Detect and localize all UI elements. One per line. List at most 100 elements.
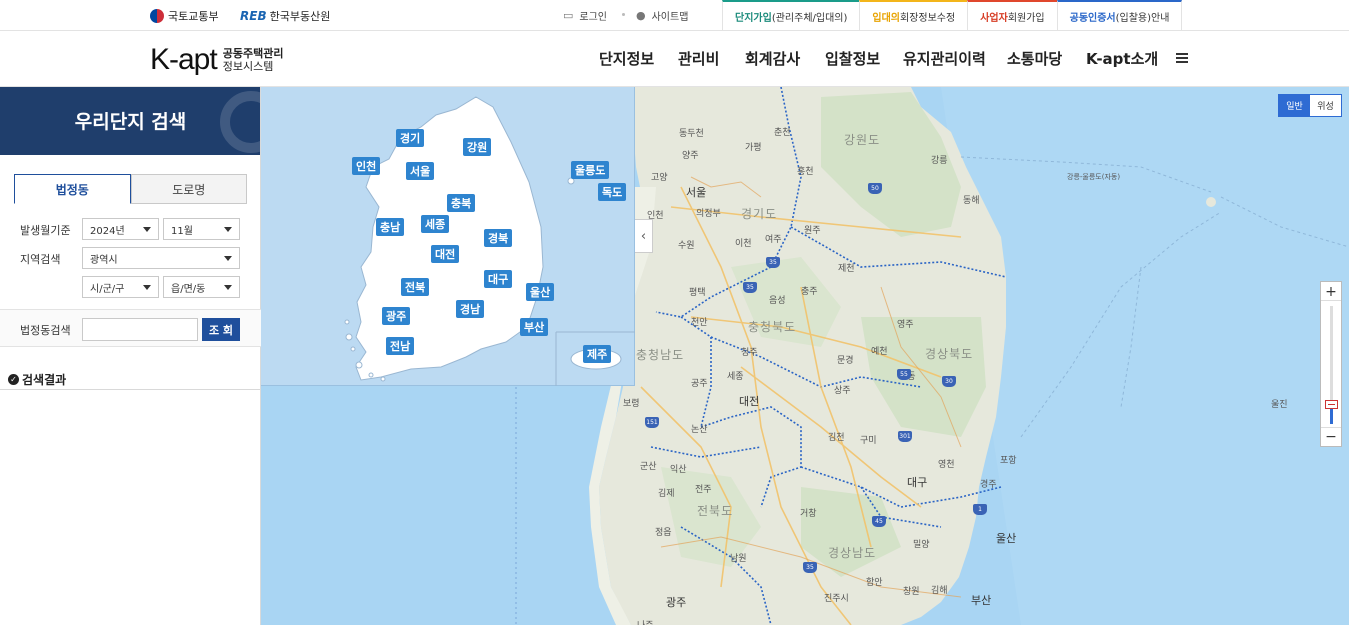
sido-select[interactable]: 광역시 bbox=[82, 247, 240, 269]
place-naju: 나주 bbox=[637, 618, 654, 625]
tab-complex-join-highlight: 단지가입 bbox=[735, 13, 772, 24]
region-gangwon[interactable]: 강원 bbox=[463, 138, 492, 156]
place-ulsan: 울산 bbox=[996, 532, 1017, 545]
menu-icon[interactable] bbox=[1176, 53, 1188, 63]
kapt-logo-sub1: 공동주택관리 bbox=[222, 47, 284, 60]
region-gyeongnam[interactable]: 경남 bbox=[456, 300, 485, 318]
nav-complex-info[interactable]: 단지정보 bbox=[599, 48, 654, 69]
tab-complex-join[interactable]: 단지가입 (관리주체/입대의) bbox=[722, 0, 860, 31]
region-selector-inset: 경기 강원 인천 서울 울릉도 독도 충북 충남 세종 경북 대전 대구 전북 … bbox=[261, 87, 635, 386]
region-busan[interactable]: 부산 bbox=[520, 318, 549, 336]
route-30: 30 bbox=[942, 376, 956, 387]
sidebar-header: 우리단지 검색 bbox=[0, 87, 260, 155]
region-jeonnam[interactable]: 전남 bbox=[386, 337, 415, 355]
place-pyeongtaek: 평택 bbox=[689, 288, 706, 298]
nav-management-fee[interactable]: 관리비 bbox=[678, 48, 719, 69]
member-tabs: 단지가입 (관리주체/입대의) 입대의 회장정보수정 사업자 회원가입 공동인증서(… bbox=[722, 0, 1183, 31]
region-seoul[interactable]: 서울 bbox=[406, 162, 435, 180]
kapt-logo[interactable]: K-apt 공동주택관리 정보시스템 bbox=[150, 43, 283, 77]
result-divider bbox=[0, 389, 261, 390]
tab-business-join[interactable]: 사업자 회원가입 bbox=[967, 0, 1057, 31]
dong-search-input[interactable] bbox=[82, 318, 198, 341]
place-yecheon: 예천 bbox=[871, 347, 888, 357]
region-incheon[interactable]: 인천 bbox=[352, 157, 381, 175]
place-iksan: 익산 bbox=[670, 465, 687, 475]
region-daegu[interactable]: 대구 bbox=[484, 270, 513, 288]
emd-value: 읍/면/동 bbox=[171, 283, 206, 295]
year-select[interactable]: 2024년 bbox=[82, 218, 159, 240]
nav-maintenance[interactable]: 유지관리이력 bbox=[903, 48, 986, 69]
month-select[interactable]: 11월 bbox=[163, 218, 240, 240]
taeguk-emblem-icon bbox=[150, 9, 164, 23]
route-50: 50 bbox=[868, 183, 882, 194]
monitor-icon: ▭ bbox=[563, 9, 574, 22]
tab-business-join-label: 회원가입 bbox=[1007, 13, 1045, 24]
tab-complex-join-label: (관리주체/입대의) bbox=[771, 13, 848, 24]
province-jeonbuk: 전북도 bbox=[697, 504, 734, 518]
dong-search-label: 법정동검색 bbox=[20, 324, 71, 337]
route-45: 45 bbox=[872, 516, 886, 527]
province-gyeongnam: 경상남도 bbox=[828, 546, 877, 560]
place-jecheon: 제천 bbox=[838, 264, 855, 274]
region-gwangju[interactable]: 광주 bbox=[382, 307, 411, 325]
main-header: K-apt 공동주택관리 정보시스템 단지정보 관리비 회계감사 입찰정보 유지… bbox=[0, 31, 1349, 87]
region-jeju[interactable]: 제주 bbox=[583, 345, 612, 363]
place-sangju: 상주 bbox=[834, 386, 851, 396]
sitemap-link[interactable]: ● 사이트맵 bbox=[636, 8, 688, 23]
place-dongducheon: 동두천 bbox=[679, 129, 704, 139]
place-nonsan: 논산 bbox=[691, 425, 708, 435]
place-hongcheon: 홍천 bbox=[797, 167, 814, 177]
place-cheonan: 천안 bbox=[691, 318, 708, 328]
region-chungnam[interactable]: 충남 bbox=[376, 218, 405, 236]
sitemap-label: 사이트맵 bbox=[651, 12, 689, 23]
region-ulleungdo[interactable]: 울릉도 bbox=[571, 161, 610, 179]
molit-logo[interactable]: 국토교통부 bbox=[150, 8, 219, 24]
nav-audit[interactable]: 회계감사 bbox=[745, 48, 800, 69]
emd-select[interactable]: 읍/면/동 bbox=[163, 276, 240, 298]
place-goyang: 고양 bbox=[651, 173, 668, 183]
tab-legal-dong[interactable]: 법정동 bbox=[14, 174, 131, 204]
map-view[interactable]: 강원도 경기도 충청북도 충청남도 경상북도 전북도 경상남도 동두천 춘천 양… bbox=[261, 87, 1349, 625]
search-button[interactable]: 조 회 bbox=[202, 318, 240, 341]
place-eumseong: 음성 bbox=[769, 296, 786, 306]
region-sejong[interactable]: 세종 bbox=[421, 215, 450, 233]
nav-about[interactable]: K-apt소개 bbox=[1086, 48, 1158, 69]
sido-value: 광역시 bbox=[90, 254, 118, 266]
login-link[interactable]: ▭ 로그인 bbox=[563, 8, 607, 23]
place-chuncheon: 춘천 bbox=[774, 128, 791, 138]
route-301: 301 bbox=[898, 431, 912, 442]
zoom-in-button[interactable]: + bbox=[1321, 283, 1341, 301]
nav-bidding[interactable]: 입찰정보 bbox=[825, 48, 880, 69]
route-1: 1 bbox=[973, 504, 987, 515]
reb-logo[interactable]: REB 한국부동산원 bbox=[240, 8, 330, 24]
place-boryeong: 보령 bbox=[623, 399, 640, 409]
tab-certificate-guide[interactable]: 공동인증서 (입찰용)안내 bbox=[1056, 0, 1183, 31]
search-sidebar: 우리단지 검색 법정동 도로명 발생월기준 2024년 11월 지역검색 광역시… bbox=[0, 87, 261, 625]
utility-bar: 국토교통부 REB 한국부동산원 ▭ 로그인 ● 사이트맵 단지가입 (관리주체/… bbox=[0, 0, 1349, 31]
region-daejeon[interactable]: 대전 bbox=[431, 245, 460, 263]
region-jeonbuk[interactable]: 전북 bbox=[401, 278, 430, 296]
zoom-handle[interactable] bbox=[1325, 400, 1338, 409]
place-cheongju: 청주 bbox=[741, 348, 758, 358]
region-ulsan[interactable]: 울산 bbox=[526, 283, 555, 301]
molit-name: 국토교통부 bbox=[168, 10, 219, 23]
place-geochang: 거창 bbox=[800, 509, 817, 519]
zoom-out-button[interactable]: − bbox=[1321, 427, 1341, 445]
place-miryang: 밀양 bbox=[913, 540, 930, 550]
place-gapyeong: 가평 bbox=[745, 143, 762, 153]
maptype-satellite-button[interactable]: 위성 bbox=[1310, 95, 1341, 116]
province-chungnam: 충청남도 bbox=[636, 348, 685, 362]
nav-community[interactable]: 소통마당 bbox=[1007, 48, 1062, 69]
tab-council-update[interactable]: 입대의 회장정보수정 bbox=[859, 0, 968, 31]
region-dokdo[interactable]: 독도 bbox=[598, 183, 627, 201]
region-chungbuk[interactable]: 충북 bbox=[447, 194, 476, 212]
maptype-normal-button[interactable]: 일반 bbox=[1279, 95, 1310, 116]
year-value: 2024년 bbox=[90, 225, 125, 237]
region-gyeonggi[interactable]: 경기 bbox=[396, 129, 425, 147]
place-changwon: 창원 bbox=[903, 587, 920, 597]
tab-road-name[interactable]: 도로명 bbox=[130, 174, 247, 204]
inset-collapse-button[interactable]: ‹ bbox=[635, 219, 653, 253]
region-gyeongbuk[interactable]: 경북 bbox=[484, 229, 513, 247]
sigungu-select[interactable]: 시/군/구 bbox=[82, 276, 159, 298]
place-suwon: 수원 bbox=[678, 241, 695, 251]
